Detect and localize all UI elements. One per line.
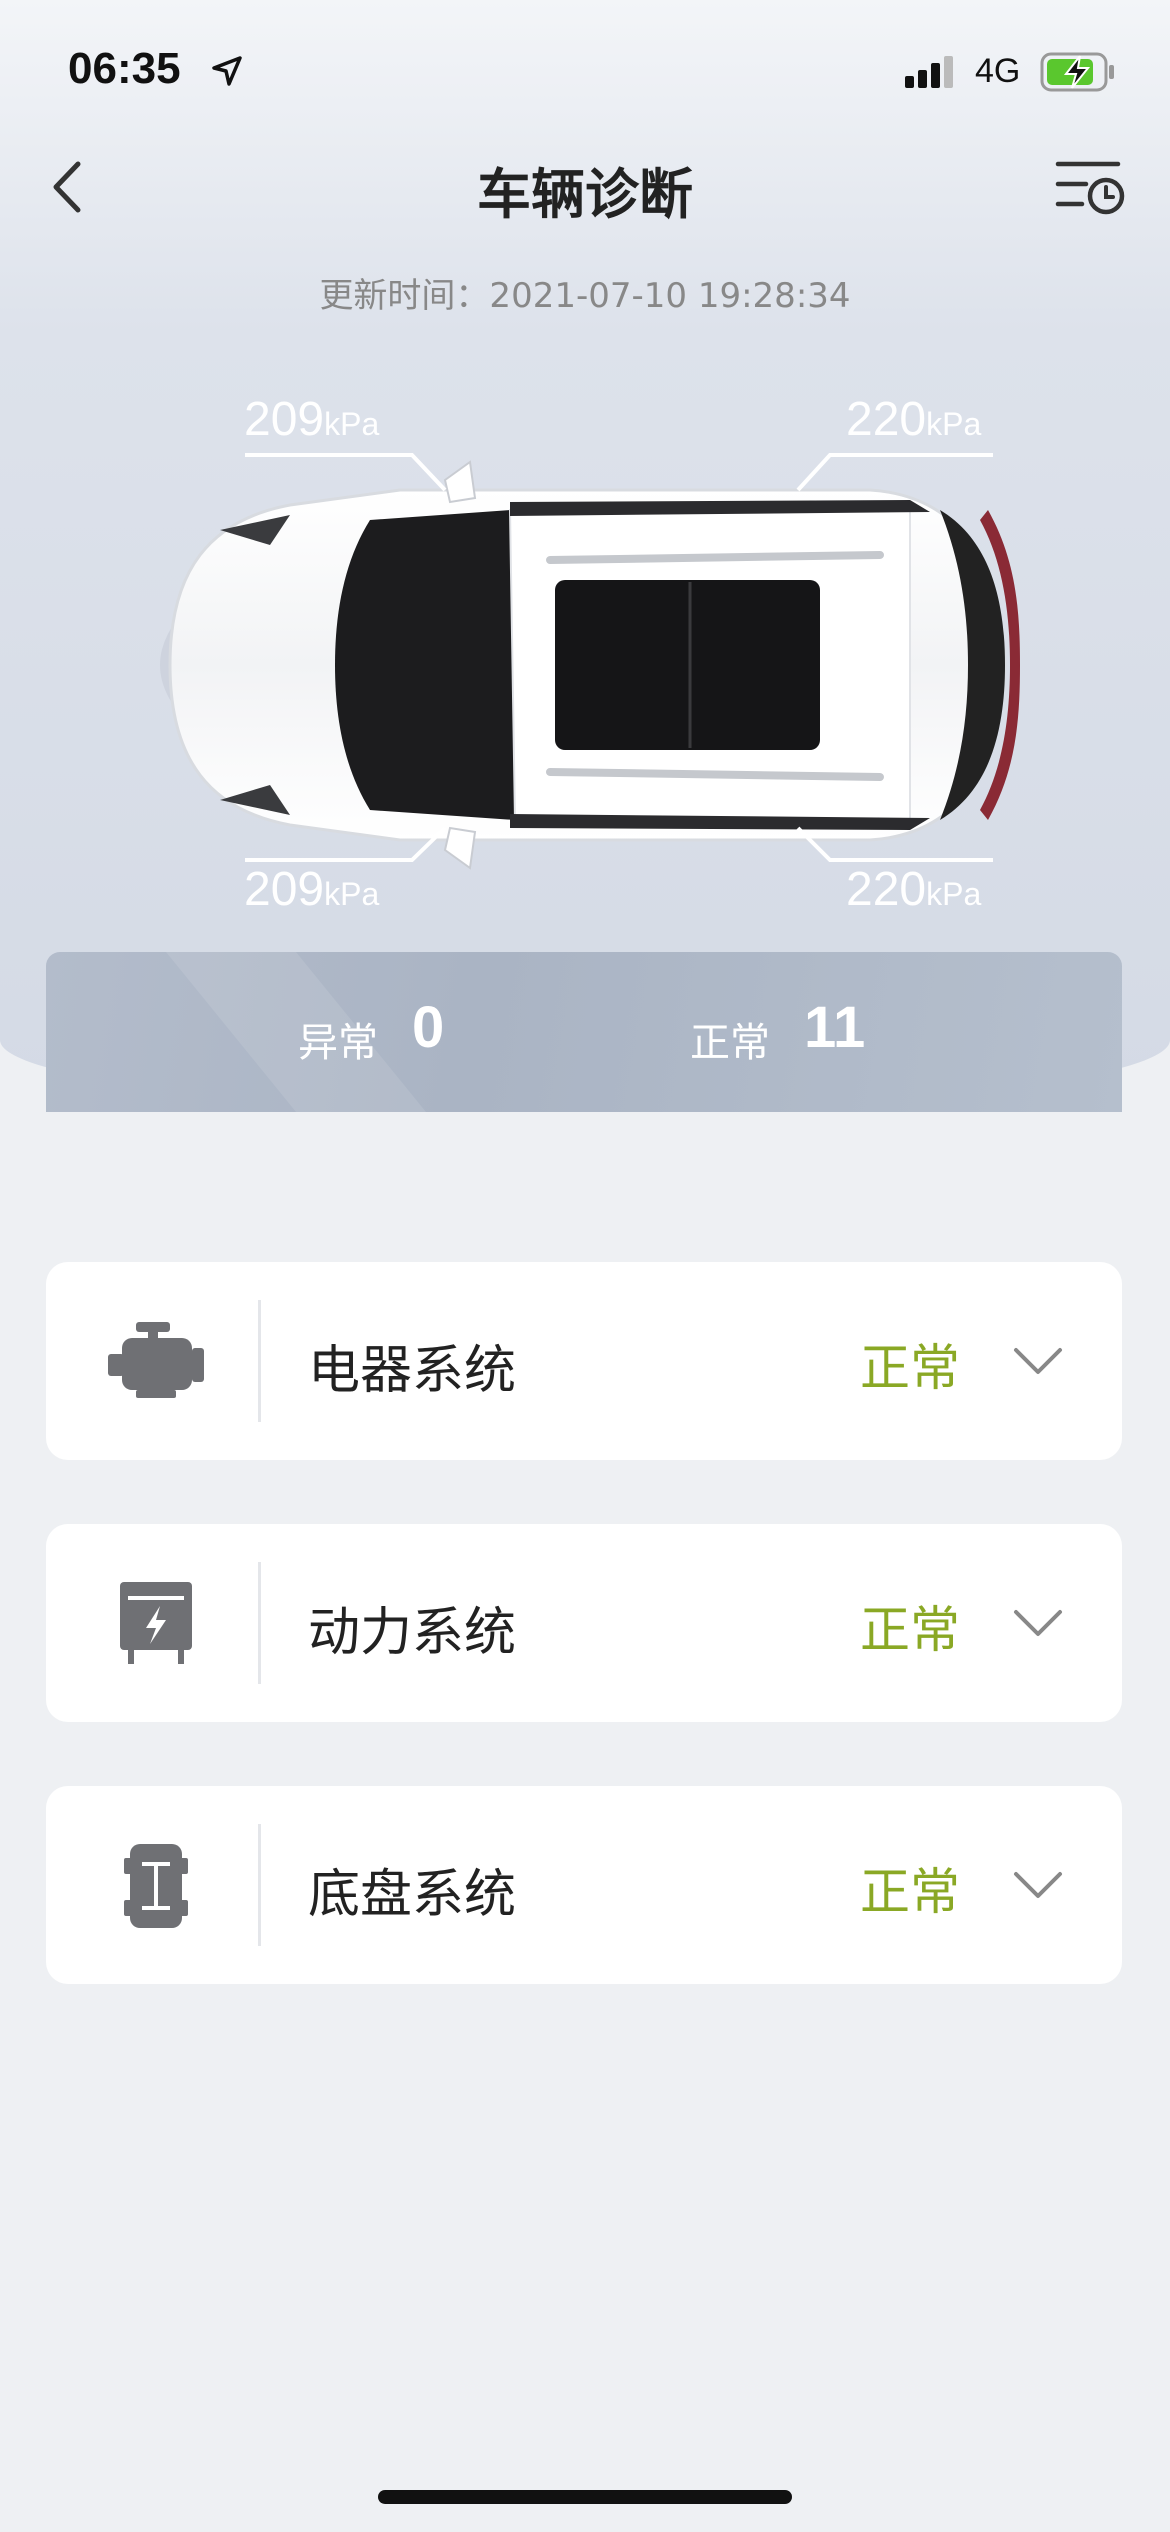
system-name: 动力系统 <box>308 1603 517 1663</box>
power-box-icon <box>120 1582 192 1664</box>
chevron-down-icon[interactable] <box>1012 1604 1064 1644</box>
card-divider <box>258 1824 261 1946</box>
system-name: 电器系统 <box>308 1341 517 1401</box>
system-card-power[interactable]: 动力系统 正常 <box>46 1524 1122 1722</box>
summary-decoration <box>166 952 426 1112</box>
card-divider <box>258 1300 261 1422</box>
abnormal-count: 0 <box>412 995 445 1060</box>
abnormal-label: 异常 <box>298 1020 378 1066</box>
system-status: 正常 <box>860 1863 960 1921</box>
tire-pressure-front-right: 220kPa <box>846 393 982 446</box>
chevron-down-icon[interactable] <box>1012 1866 1064 1906</box>
system-card-electrical[interactable]: 电器系统 正常 <box>46 1262 1122 1460</box>
home-indicator[interactable] <box>378 2490 792 2504</box>
engine-icon <box>108 1322 204 1398</box>
tire-leader-lines <box>245 453 993 862</box>
normal-count: 11 <box>804 995 866 1060</box>
card-divider <box>258 1562 261 1684</box>
system-status: 正常 <box>860 1339 960 1397</box>
system-card-chassis[interactable]: 底盘系统 正常 <box>46 1786 1122 1984</box>
system-name: 底盘系统 <box>308 1865 517 1925</box>
system-status: 正常 <box>860 1601 960 1659</box>
normal-label: 正常 <box>690 1020 770 1066</box>
tire-pressure-rear-right: 220kPa <box>846 863 982 916</box>
diagnosis-summary: 异常 0 正常 11 <box>46 952 1122 1112</box>
chevron-down-icon[interactable] <box>1012 1342 1064 1382</box>
tire-pressure-rear-left: 209kPa <box>244 863 380 916</box>
tire-pressure-front-left: 209kPa <box>244 393 380 446</box>
chassis-icon <box>124 1844 188 1928</box>
